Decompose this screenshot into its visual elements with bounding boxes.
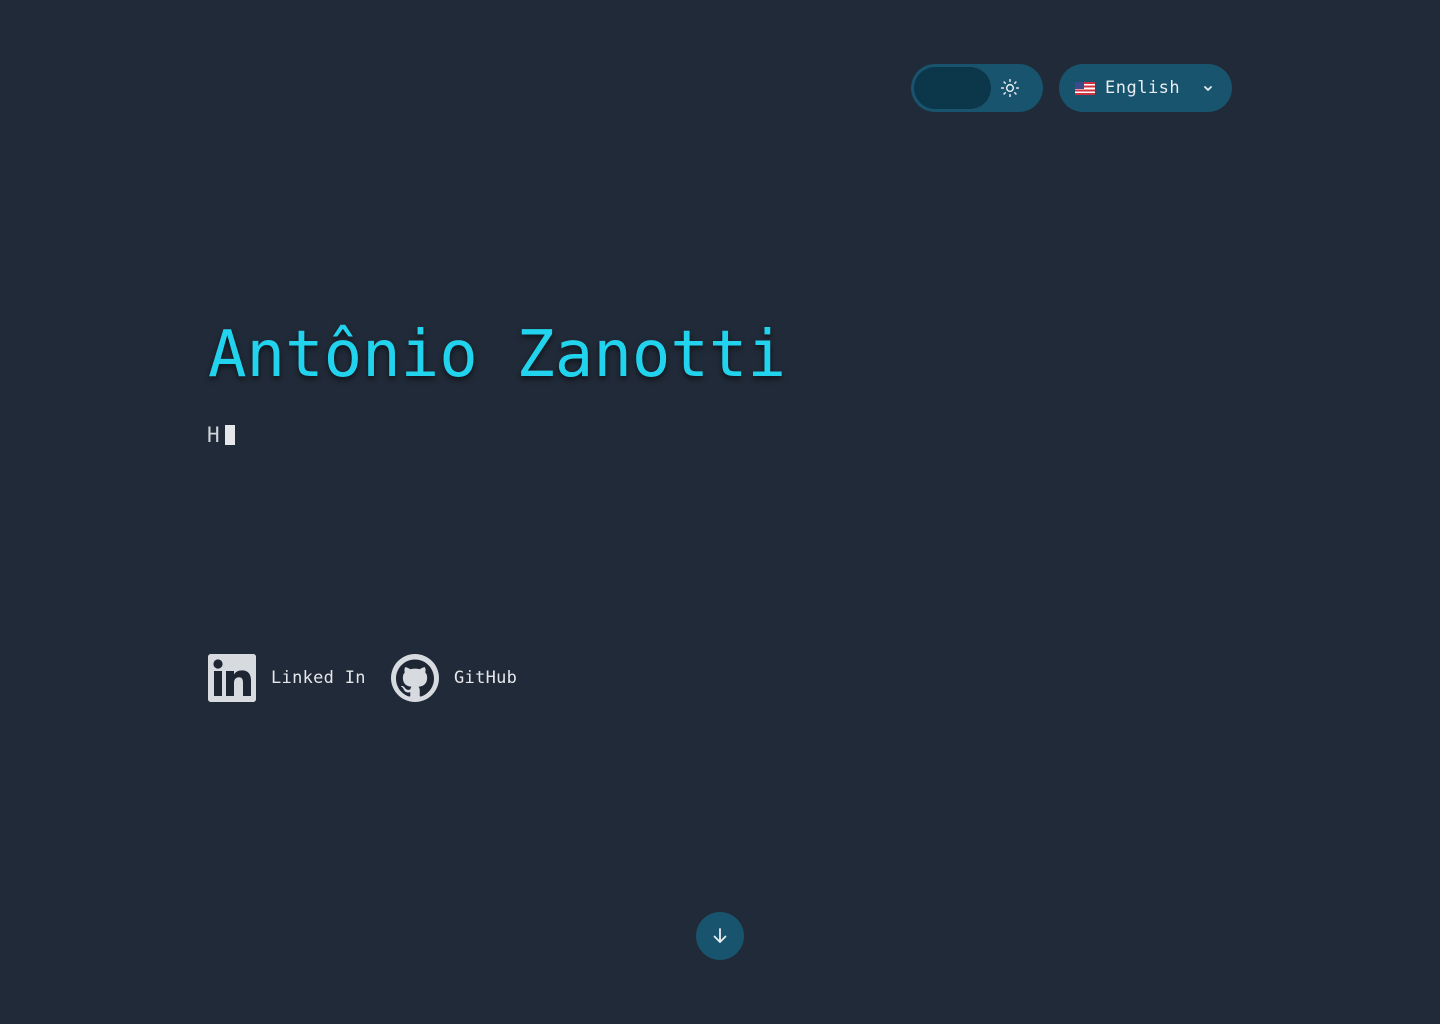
theme-toggle-knob[interactable] (914, 67, 991, 109)
github-icon (391, 654, 439, 702)
sun-icon (1000, 78, 1020, 98)
scroll-down-button[interactable] (696, 912, 744, 960)
arrow-down-icon (713, 928, 727, 943)
github-label: GitHub (454, 668, 518, 688)
github-link[interactable]: GitHub (391, 654, 517, 702)
linkedin-label: Linked In (271, 668, 366, 688)
theme-toggle[interactable] (911, 64, 1043, 112)
typed-subtitle: H (207, 422, 235, 448)
hero-name: Antônio Zanotti (208, 318, 786, 392)
typing-cursor (224, 425, 235, 445)
linkedin-icon (208, 654, 256, 702)
language-select[interactable]: English (1059, 64, 1232, 112)
page: English Antônio Zanotti H Linked In GitH… (0, 0, 1440, 1024)
linkedin-link[interactable]: Linked In (208, 654, 366, 702)
chevron-down-icon (1204, 86, 1212, 91)
us-flag-icon (1075, 81, 1095, 95)
typed-text: H (207, 423, 220, 447)
language-label: English (1105, 78, 1181, 98)
